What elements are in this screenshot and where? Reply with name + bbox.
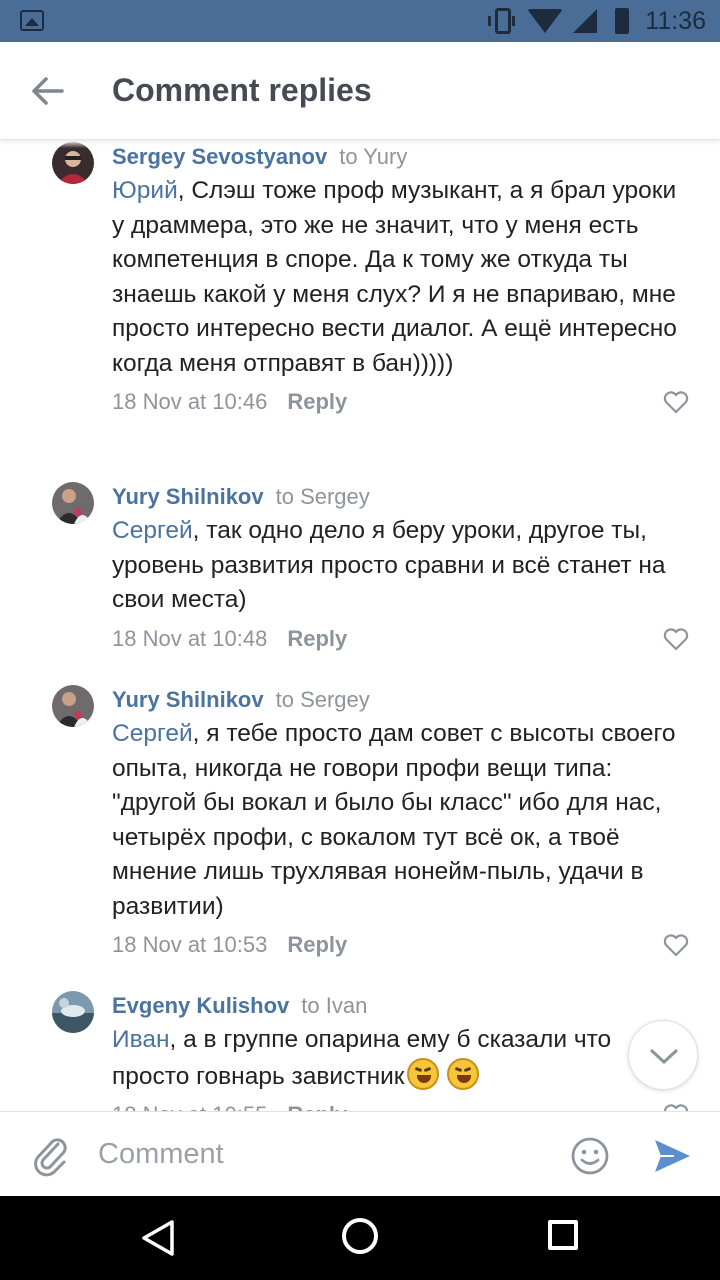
scroll-down-button[interactable] <box>628 1020 698 1090</box>
comment-text: Иван, а в группе опарина ему б сказали ч… <box>112 1026 612 1090</box>
reply-button[interactable]: Reply <box>287 932 347 957</box>
smile-icon[interactable] <box>570 1136 610 1176</box>
app-bar: Comment replies <box>0 42 720 140</box>
comment-input[interactable] <box>98 1130 538 1178</box>
status-time: 11:36 <box>645 6 706 35</box>
nav-recents-icon[interactable] <box>548 1220 578 1250</box>
comment-date: 18 Nov at 10:46 <box>112 389 268 414</box>
status-bar: 11:36 <box>0 0 720 42</box>
avatar[interactable] <box>52 142 94 184</box>
comment-composer <box>0 1111 720 1196</box>
comment-text: Юрий, Слэш тоже проф музыкант, а я брал … <box>112 177 677 377</box>
reply-target[interactable]: to Sergey <box>276 687 370 712</box>
send-icon[interactable] <box>652 1136 692 1176</box>
chevron-down-icon <box>650 1049 678 1064</box>
vibrate-icon <box>488 8 516 34</box>
mention-link[interactable]: Сергей <box>112 517 193 544</box>
reply-button[interactable]: Reply <box>287 626 347 651</box>
comment-author[interactable]: Yury Shilnikov <box>112 687 264 712</box>
scroll-fade <box>0 140 720 148</box>
comment-date: 18 Nov at 10:53 <box>112 932 268 957</box>
comment-author[interactable]: Evgeny Kulishov <box>112 993 289 1018</box>
wifi-icon <box>527 9 564 33</box>
avatar[interactable] <box>52 991 94 1033</box>
heart-icon[interactable] <box>662 626 690 652</box>
paperclip-icon[interactable] <box>30 1132 70 1178</box>
heart-icon[interactable] <box>662 389 690 415</box>
page-title: Comment replies <box>112 72 372 108</box>
comment-text: Сергей, так одно дело я беру уроки, друг… <box>112 517 666 613</box>
rofl-emoji-icon <box>447 1057 480 1090</box>
heart-icon[interactable] <box>662 932 690 958</box>
mention-link[interactable]: Сергей <box>112 720 193 747</box>
comment-author[interactable]: Yury Shilnikov <box>112 484 264 509</box>
signal-icon <box>573 9 598 33</box>
back-arrow-icon[interactable] <box>28 71 68 111</box>
reply-target[interactable]: to Sergey <box>276 484 370 509</box>
avatar[interactable] <box>52 482 94 524</box>
rofl-emoji-icon <box>406 1057 439 1090</box>
comment-date: 18 Nov at 10:48 <box>112 625 268 651</box>
reply-target[interactable]: to Ivan <box>301 993 367 1018</box>
mention-link[interactable]: Юрий <box>112 177 178 204</box>
photo-notification-icon <box>20 10 44 31</box>
battery-icon <box>615 8 630 34</box>
nav-back-icon[interactable] <box>140 1218 176 1258</box>
mention-link[interactable]: Иван <box>112 1026 170 1053</box>
reply-button[interactable]: Reply <box>287 389 347 414</box>
comment-text: Сергей, я тебе просто дам совет с высоты… <box>112 720 676 920</box>
avatar[interactable] <box>52 685 94 727</box>
nav-home-icon[interactable] <box>342 1218 378 1254</box>
system-navigation-bar <box>0 1196 720 1280</box>
comment-feed[interactable]: Sergey Sevostyanov to Yury Юрий, Слэш тож… <box>0 140 720 1112</box>
